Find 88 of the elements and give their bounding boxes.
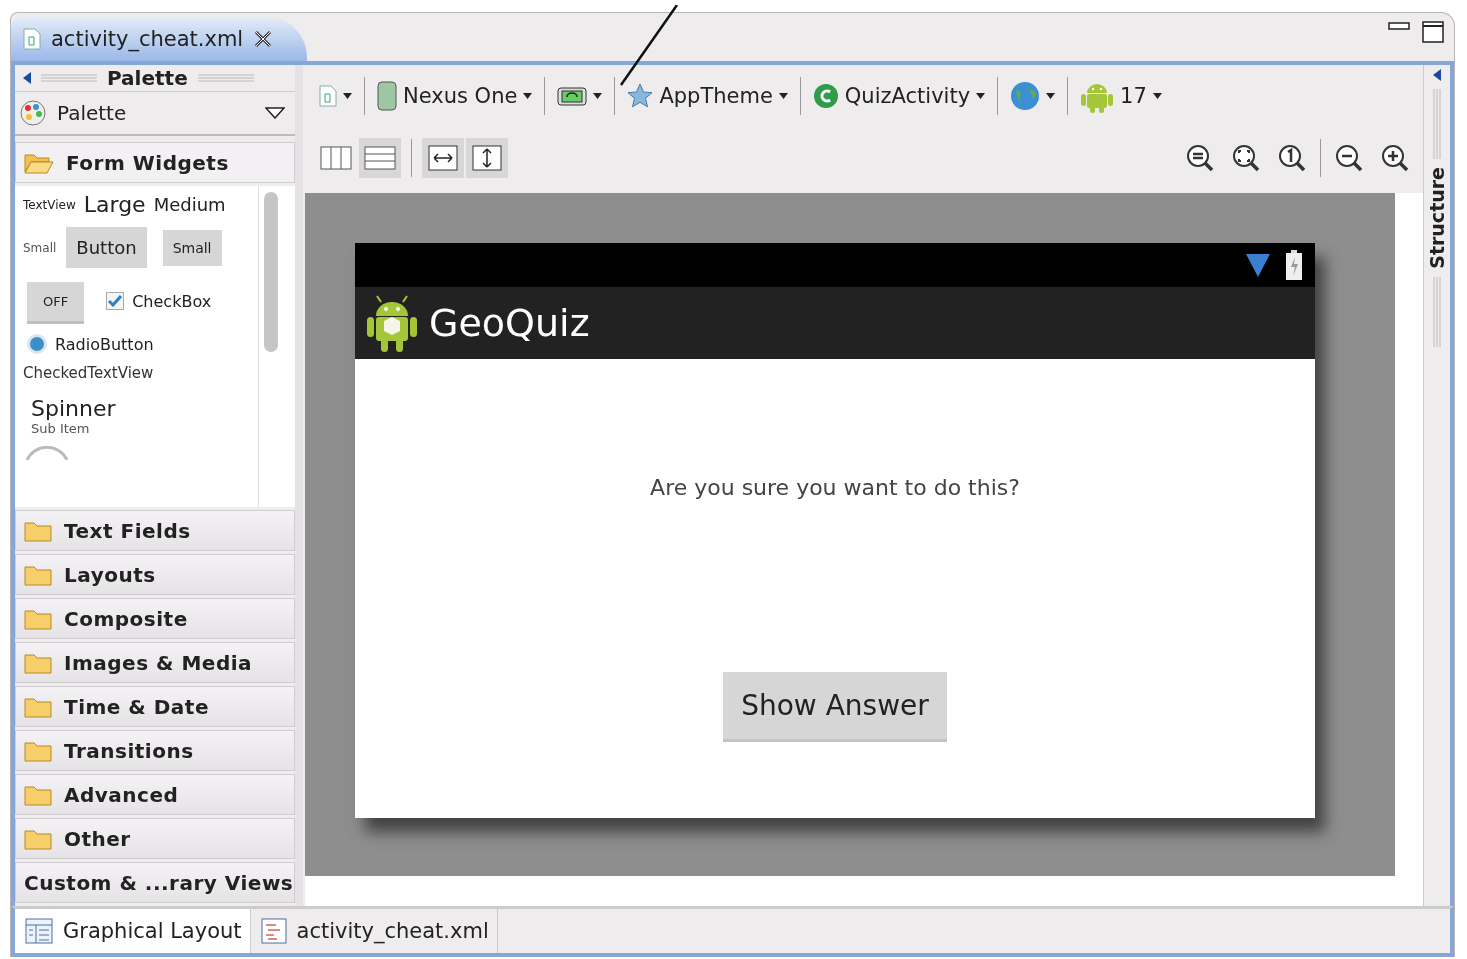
folder-icon [24,607,52,630]
radio-button[interactable] [27,334,47,354]
app-icon [367,294,417,352]
palette-category[interactable]: Advanced [15,774,295,815]
text-file-icon [260,918,287,944]
zoom-in-icon[interactable] [1381,144,1409,172]
editor-mode-tab[interactable]: activity_cheat.xml [250,909,498,953]
toggle-button[interactable] [422,138,464,178]
rotate-screen-icon [557,85,588,107]
file-icon [23,28,41,50]
minimize-icon[interactable] [1388,21,1410,31]
toolbar-dropdown[interactable]: Nexus One [373,81,537,111]
grip-icon [1432,89,1442,159]
widget-label[interactable]: TextView [23,197,76,212]
panel-title[interactable]: Structure [1426,167,1448,269]
scrollbar-thumb[interactable] [264,192,278,352]
close-icon[interactable] [253,29,274,49]
editor-tab[interactable]: activity_cheat.xml [11,17,308,61]
caret-icon[interactable] [1152,93,1162,99]
widget-label[interactable]: Large [83,192,146,217]
zoom-actual-size-icon[interactable] [1278,144,1306,172]
folder-icon [24,651,52,674]
show-answer-button[interactable]: Show Answer [723,672,947,742]
collapse-arrow-icon[interactable] [23,72,31,84]
activity-c-icon [812,83,839,109]
palette-dropdown[interactable]: Palette [15,91,295,136]
folder-icon [24,783,52,806]
palette-category[interactable]: Form Widgets [15,142,295,183]
caret-icon[interactable] [1046,93,1056,99]
palette-category[interactable]: Transitions [15,730,295,771]
columns-icon [320,144,352,172]
toolbar-dropdown[interactable]: AppTheme [623,83,792,109]
wifi-signal-icon [1245,252,1271,278]
checkbox[interactable] [106,292,125,310]
caret-icon[interactable] [343,93,352,99]
maximize-icon[interactable] [1422,21,1444,43]
toolbar-dropdown[interactable]: QuizActivity [808,83,990,109]
checkmark-icon [108,295,123,307]
palette-category[interactable]: Text Fields [15,510,295,551]
folder-icon [24,519,52,542]
palette-category[interactable]: Custom & ...rary Views [15,862,295,903]
layout-icon [25,918,53,944]
battery-icon [1285,250,1303,280]
caret-icon[interactable] [523,93,533,99]
question-text: Are you sure you want to do this? [650,475,1020,500]
app-title: GeoQuiz [429,301,590,345]
palette-category[interactable]: Other [15,818,295,859]
button-widget[interactable]: Small [162,229,222,266]
widget-label[interactable]: CheckedTextView [23,364,154,382]
widget-label[interactable]: CheckBox [132,291,212,311]
grip-icon [1432,276,1442,347]
folder-icon [24,739,52,762]
toolbar-dropdown[interactable]: 17 [1076,79,1166,113]
caret-icon[interactable] [593,93,603,99]
toggle-widget[interactable]: OFF [27,282,85,324]
panel-title: Palette [107,66,188,90]
globe-icon [1010,81,1041,111]
palette-category[interactable]: Composite [15,598,295,639]
expand-arrow-icon[interactable] [1433,69,1441,81]
palette-icon [19,99,47,127]
toggle-button[interactable] [359,138,401,178]
caret-icon[interactable] [976,93,986,99]
grip-icon [197,73,254,83]
palette-category[interactable]: Images & Media [15,642,295,683]
widget-label[interactable]: Small [23,240,57,255]
star-icon [627,83,654,109]
dropdown-triangle-icon [265,107,285,119]
file-icon [319,85,337,107]
grip-icon [41,73,97,83]
widget-label[interactable]: Spinner [31,396,116,421]
phone-icon [377,81,397,111]
zoom-fit-icon[interactable] [1232,144,1260,172]
caret-icon[interactable] [778,93,788,99]
button-widget[interactable]: Button [66,227,147,268]
open-folder-icon [24,151,54,174]
rows-icon [364,144,396,172]
palette-category[interactable]: Layouts [15,554,295,595]
zoom-out-icon[interactable] [1335,144,1363,172]
folder-icon [24,563,52,586]
folder-icon [24,695,52,718]
zoom-equal-icon[interactable] [1186,144,1214,172]
palette-category[interactable]: Time & Date [15,686,295,727]
editor-mode-tab[interactable]: Graphical Layout [15,909,251,953]
widget-label[interactable]: RadioButton [55,334,154,354]
toggle-button[interactable] [466,138,508,178]
widget-label[interactable]: Medium [153,194,226,215]
widget-sublabel: Sub Item [31,421,91,436]
folder-icon [24,827,52,850]
